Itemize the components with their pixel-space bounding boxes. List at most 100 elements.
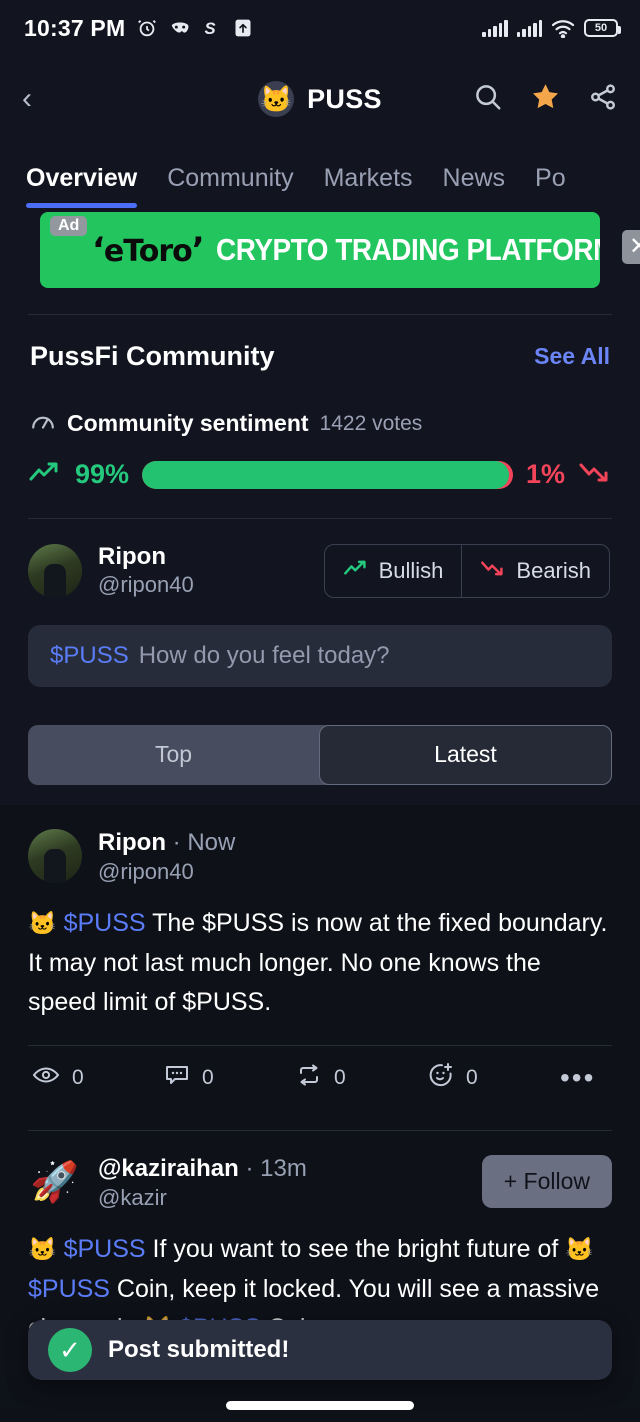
trend-down-icon xyxy=(480,558,506,584)
more-options-icon[interactable]: ••• xyxy=(560,1062,595,1094)
bearish-button[interactable]: Bearish xyxy=(461,544,609,597)
back-button[interactable]: ‹ xyxy=(22,84,62,114)
views-button[interactable]: 0 xyxy=(32,1064,164,1091)
bullish-label: Bullish xyxy=(378,557,444,583)
battery-icon: 50 xyxy=(584,19,621,37)
post-text-line1: If you want to see the bright future of xyxy=(145,1235,559,1264)
mask-app-icon xyxy=(169,17,191,39)
post-cashtag[interactable]: $PUSS xyxy=(64,909,146,937)
alarm-icon xyxy=(136,17,158,39)
views-count: 0 xyxy=(72,1065,84,1089)
current-user-handle: @ripon40 xyxy=(98,572,194,598)
post-author-handle: @ripon40 xyxy=(98,858,194,884)
see-all-link[interactable]: See All xyxy=(534,343,610,370)
trend-up-icon xyxy=(343,558,369,584)
tab-news[interactable]: News xyxy=(443,164,506,208)
repost-count: 0 xyxy=(334,1065,346,1089)
page-title: PUSS xyxy=(307,83,382,114)
post-header: Ripon · Now @ripon40 xyxy=(28,828,612,886)
section-tabs: Overview Community Markets News Po xyxy=(0,142,640,208)
post-timestamp: Now xyxy=(187,828,236,856)
signal-bars-1-icon xyxy=(482,19,508,37)
sort-top-button[interactable]: Top xyxy=(28,725,319,785)
bullish-percent: 99% xyxy=(75,459,130,489)
post-author-name[interactable]: @kaziraihan xyxy=(98,1155,239,1182)
post-item: 🚀 @kaziraihan · 13m @kazir + Follow 🐱 $P… xyxy=(0,1131,640,1349)
cat-emoji: 🐱 xyxy=(565,1236,594,1263)
reaction-button[interactable]: 0 xyxy=(428,1062,560,1093)
avatar[interactable] xyxy=(28,828,82,883)
post-author-handle: @kazir xyxy=(98,1184,167,1210)
post-author-name[interactable]: Ripon xyxy=(98,829,166,856)
home-indicator[interactable] xyxy=(226,1401,414,1410)
ad-banner[interactable]: Ad eToro CRYPTO TRADING PLATFORM xyxy=(40,212,600,288)
composer-placeholder: How do you feel today? xyxy=(138,641,390,669)
status-bar: 10:37 PM S 50 xyxy=(0,0,640,56)
sentiment-label: Community sentiment xyxy=(67,410,309,436)
sentiment-bar xyxy=(142,460,513,489)
bearish-percent: 1% xyxy=(525,459,565,489)
post-author-line: @kaziraihan · 13m xyxy=(98,1155,307,1184)
eye-icon xyxy=(32,1064,60,1091)
comment-button[interactable]: 0 xyxy=(164,1063,296,1092)
post-actions: 0 0 0 0 ••• xyxy=(28,1046,612,1108)
bearish-label: Bearish xyxy=(516,557,591,583)
share-icon[interactable] xyxy=(588,82,618,117)
trend-down-icon xyxy=(578,459,612,490)
post-header: 🚀 @kaziraihan · 13m @kazir + Follow xyxy=(28,1154,612,1212)
sort-latest-button[interactable]: Latest xyxy=(319,724,612,785)
bullish-button[interactable]: Bullish xyxy=(325,545,462,597)
star-icon[interactable] xyxy=(530,81,561,117)
sentiment-bar-row: 99% 1% xyxy=(0,437,640,490)
post-cashtag[interactable]: $PUSS xyxy=(64,1235,146,1263)
post-author-block: @kaziraihan · 13m @kazir xyxy=(98,1155,307,1212)
ad-headline: CRYPTO TRADING PLATFORM xyxy=(215,232,600,267)
current-user-names: Ripon @ripon40 xyxy=(98,543,194,599)
vote-row: Ripon @ripon40 Bullish Bearish xyxy=(0,519,640,599)
comment-count: 0 xyxy=(202,1065,214,1089)
status-time: 10:37 PM xyxy=(24,14,126,41)
reaction-icon xyxy=(428,1062,454,1093)
avatar[interactable]: 🚀 xyxy=(28,1155,82,1209)
tab-overview[interactable]: Overview xyxy=(26,164,138,208)
trend-up-icon xyxy=(28,459,62,490)
battery-level: 50 xyxy=(594,21,608,34)
sentiment-header: Community sentiment 1422 votes xyxy=(0,372,640,437)
header-actions xyxy=(473,81,618,117)
post-time-separator: · xyxy=(238,1154,261,1182)
app-header: ‹ 🐱 PUSS xyxy=(0,56,640,142)
tab-markets[interactable]: Markets xyxy=(324,164,413,208)
tab-portfolio[interactable]: Po xyxy=(535,164,566,208)
sentiment-bar-fill xyxy=(142,460,510,489)
current-user-name: Ripon xyxy=(98,543,166,570)
search-icon[interactable] xyxy=(473,82,503,117)
etoro-logo: eToro xyxy=(92,230,204,270)
repost-button[interactable]: 0 xyxy=(296,1063,428,1092)
tab-community[interactable]: Community xyxy=(167,164,293,208)
cat-emoji: 🐱 xyxy=(28,1236,57,1263)
community-title: PussFi Community xyxy=(30,341,275,371)
post-timestamp: 13m xyxy=(260,1154,307,1182)
status-bar-left: 10:37 PM S xyxy=(24,15,253,42)
gauge-icon xyxy=(30,410,56,437)
post-composer[interactable]: $PUSS How do you feel today? xyxy=(28,624,612,687)
comment-icon xyxy=(164,1063,190,1092)
svg-text:S: S xyxy=(205,19,216,38)
post-time-separator: · xyxy=(165,828,188,856)
ad-banner-wrap: Ad eToro CRYPTO TRADING PLATFORM ✕ xyxy=(0,208,640,288)
follow-button[interactable]: + Follow xyxy=(481,1154,612,1208)
post-cashtag[interactable]: $PUSS xyxy=(28,1275,110,1303)
avatar[interactable] xyxy=(28,543,82,598)
ad-badge: Ad xyxy=(50,216,88,236)
post-item: Ripon · Now @ripon40 🐱 $PUSS The $PUSS i… xyxy=(0,805,640,1131)
ad-close-icon[interactable]: ✕ xyxy=(622,230,640,264)
signal-bars-2-icon xyxy=(516,19,542,37)
check-icon: ✓ xyxy=(48,1328,92,1372)
coin-avatar: 🐱 xyxy=(258,81,295,117)
post-text-line2: Coin, keep it locked. You will see a xyxy=(109,1274,501,1303)
upload-icon xyxy=(233,17,253,39)
post-author-block: Ripon · Now @ripon40 xyxy=(98,829,235,886)
sentiment-votes: 1422 votes xyxy=(319,411,423,435)
status-bar-right: 50 xyxy=(482,19,621,38)
toast-notification: ✓ Post submitted! xyxy=(28,1320,612,1380)
